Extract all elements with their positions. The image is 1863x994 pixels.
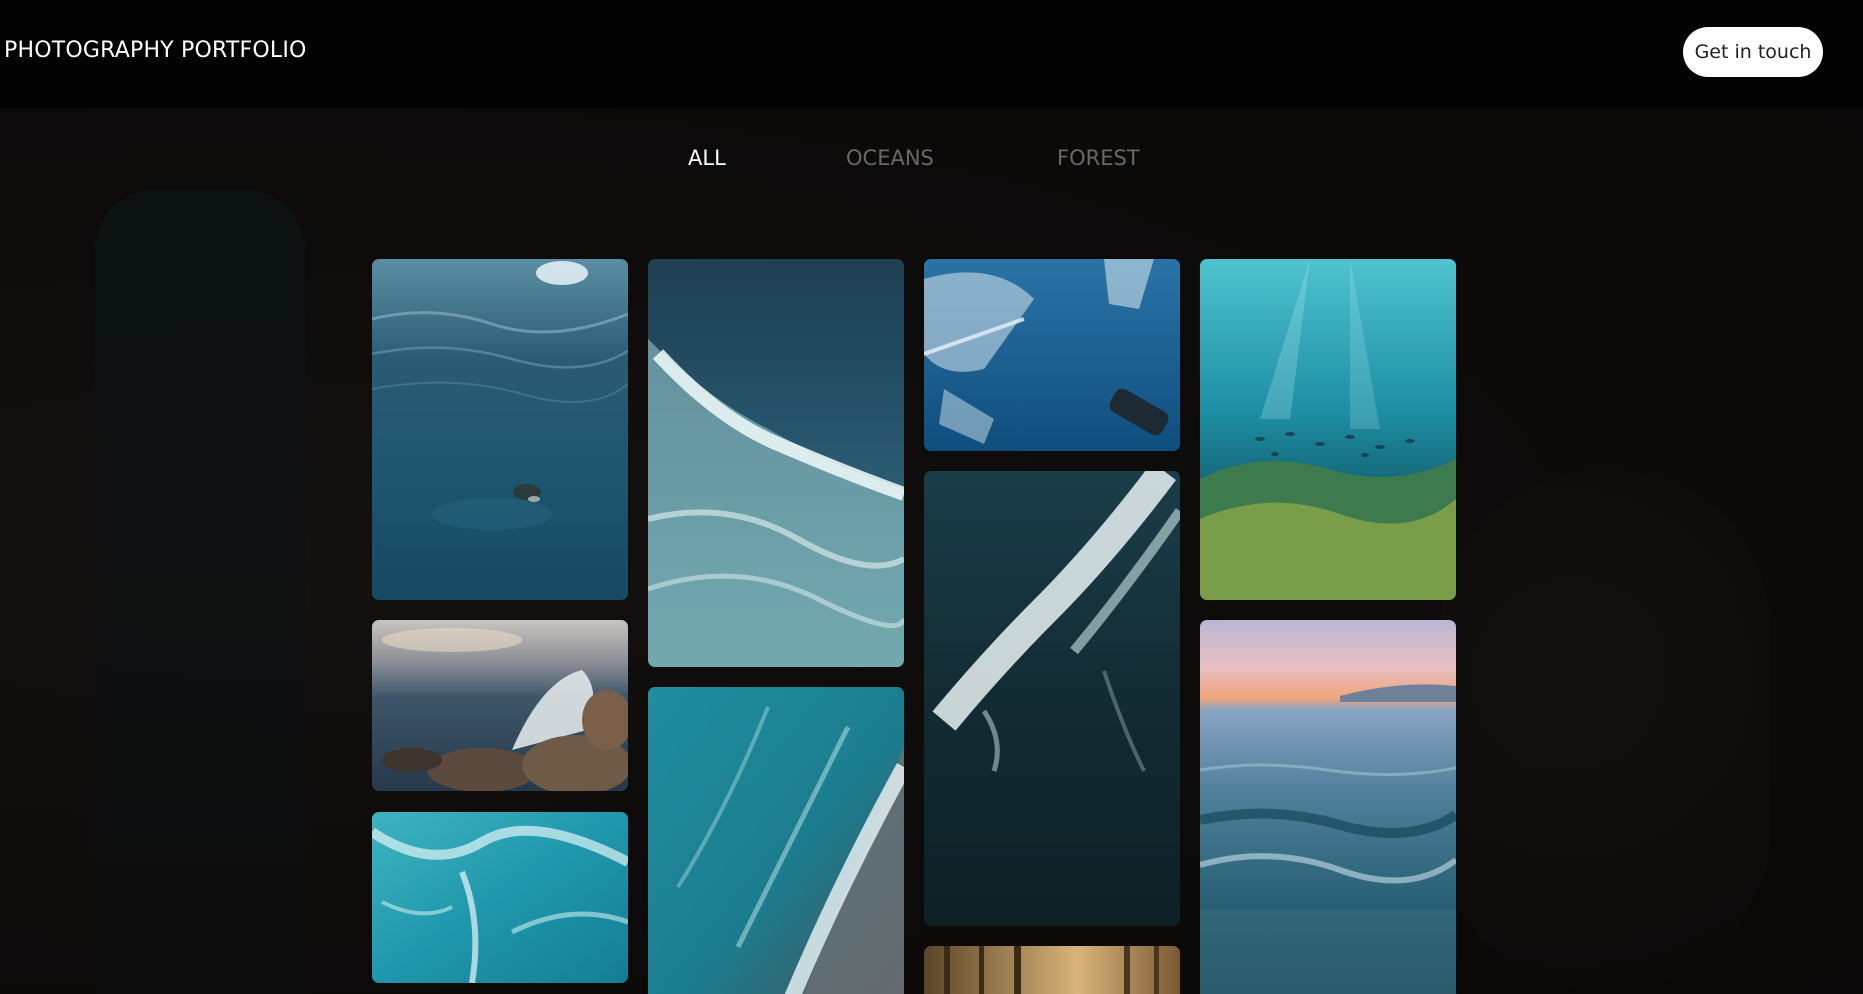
photo-sunset-sea[interactable] [1200, 620, 1456, 994]
photo-sunlit-forest[interactable] [924, 946, 1180, 994]
photo-dark-sea-wave[interactable] [924, 471, 1180, 926]
photo-plastic-in-ocean[interactable] [924, 259, 1180, 451]
plastic-in-ocean-image [924, 259, 1180, 451]
photo-turtle-underwater[interactable] [372, 259, 628, 600]
turquoise-surf-image [372, 812, 628, 983]
photo-turquoise-surf[interactable] [372, 812, 628, 983]
photo-breaking-wave[interactable] [648, 259, 904, 667]
background-shadow [1440, 470, 1770, 990]
background-silhouette [95, 190, 305, 994]
photo-aerial-shoreline[interactable] [648, 687, 904, 994]
turtle-underwater-image [372, 259, 628, 600]
photo-wave-on-rocks[interactable] [372, 620, 628, 791]
filter-all[interactable]: ALL [688, 146, 726, 170]
sunlit-forest-image [924, 946, 1180, 994]
photo-coral-reef[interactable] [1200, 259, 1456, 600]
filter-forest[interactable]: FOREST [1057, 146, 1140, 170]
get-in-touch-button[interactable]: Get in touch [1683, 27, 1823, 77]
brand-title[interactable]: PHOTOGRAPHY PORTFOLIO [4, 38, 307, 63]
breaking-wave-image [648, 259, 904, 667]
wave-on-rocks-image [372, 620, 628, 791]
coral-reef-image [1200, 259, 1456, 600]
filter-oceans[interactable]: OCEANS [846, 146, 934, 170]
site-header: PHOTOGRAPHY PORTFOLIO Get in touch [0, 0, 1863, 108]
dark-sea-wave-image [924, 471, 1180, 926]
aerial-shoreline-image [648, 687, 904, 994]
category-filters: ALL OCEANS FOREST [0, 146, 1863, 176]
sunset-sea-image [1200, 620, 1456, 994]
portfolio-page: PHOTOGRAPHY PORTFOLIO Get in touch ALL O… [0, 0, 1863, 994]
